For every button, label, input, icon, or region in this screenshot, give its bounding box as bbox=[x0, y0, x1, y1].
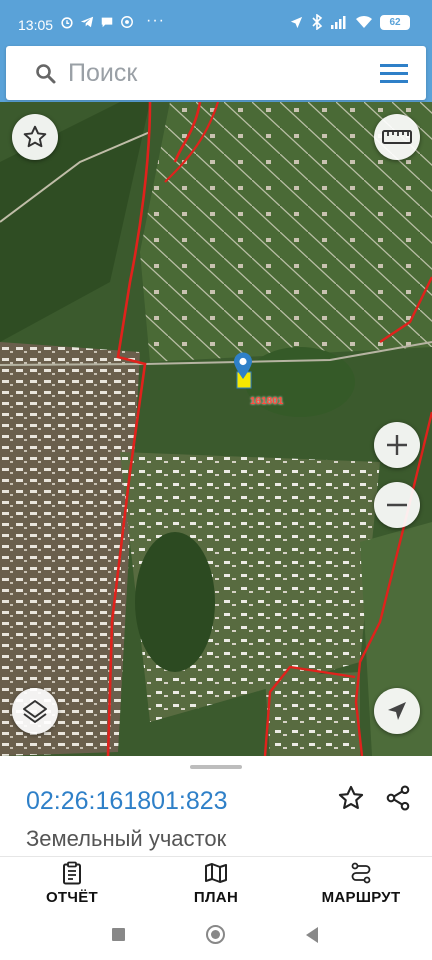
zoom-in-button[interactable] bbox=[374, 422, 420, 468]
share-icon[interactable] bbox=[384, 784, 412, 812]
map-terrain bbox=[0, 102, 432, 756]
battery-icon: 62 bbox=[380, 14, 410, 30]
status-overflow: ··· bbox=[146, 12, 165, 29]
zoom-out-button[interactable] bbox=[374, 482, 420, 528]
telegram-icon bbox=[80, 16, 94, 28]
search-icon bbox=[36, 64, 56, 84]
favorite-star-icon[interactable] bbox=[336, 784, 366, 812]
report-label: ОТЧЁТ bbox=[45, 889, 99, 906]
route-icon bbox=[351, 862, 371, 884]
plan-label: ПЛАН bbox=[193, 889, 239, 906]
parcel-map-label: 161801 bbox=[250, 396, 284, 407]
plan-button[interactable]: ПЛАН bbox=[184, 861, 248, 909]
status-bar: 13:05 ··· 62 bbox=[0, 0, 432, 44]
cadastral-number[interactable]: 02:26:161801:823 bbox=[26, 787, 228, 816]
location-pin-icon bbox=[233, 352, 253, 385]
layers-button[interactable] bbox=[12, 688, 58, 734]
star-icon bbox=[23, 125, 47, 148]
ruler-button[interactable] bbox=[374, 114, 420, 160]
system-navigation-bar bbox=[0, 910, 432, 960]
route-button[interactable]: МАРШРУТ bbox=[314, 861, 408, 909]
zoom-in-icon bbox=[387, 435, 407, 455]
hamburger-menu-icon[interactable] bbox=[380, 61, 408, 85]
search-input[interactable]: Поиск bbox=[6, 46, 426, 100]
recents-icon[interactable] bbox=[112, 928, 125, 941]
navigation-icon bbox=[290, 16, 303, 28]
action-bar: ОТЧЁТ ПЛАН МАРШРУТ bbox=[0, 856, 432, 910]
map-icon bbox=[205, 863, 227, 883]
my-location-button[interactable] bbox=[374, 688, 420, 734]
alarm-icon bbox=[61, 17, 73, 29]
status-time: 13:05 bbox=[18, 17, 54, 33]
wifi-icon bbox=[356, 15, 372, 28]
chat-icon bbox=[101, 17, 113, 28]
layers-icon bbox=[23, 700, 47, 723]
home-icon[interactable] bbox=[206, 925, 225, 944]
ruler-icon bbox=[382, 130, 412, 144]
search-placeholder: Поиск bbox=[68, 59, 138, 87]
report-button[interactable]: ОТЧЁТ bbox=[40, 861, 104, 909]
favorite-star-button[interactable] bbox=[12, 114, 58, 160]
zoom-out-icon bbox=[387, 503, 407, 507]
search-bar: Поиск bbox=[0, 44, 432, 102]
route-label: МАРШРУТ bbox=[321, 889, 401, 906]
parcel-type: Земельный участок bbox=[26, 826, 227, 851]
parcel-info-sheet[interactable]: 02:26:161801:823 Земельный участок bbox=[0, 756, 432, 856]
locate-icon bbox=[388, 702, 406, 720]
vpn-icon bbox=[121, 16, 133, 28]
sheet-drag-handle[interactable] bbox=[190, 765, 242, 769]
clipboard-icon bbox=[63, 861, 81, 885]
signal-icon bbox=[331, 16, 346, 29]
satellite-map[interactable]: 161801 bbox=[0, 102, 432, 756]
back-icon[interactable] bbox=[306, 927, 318, 943]
bluetooth-icon bbox=[312, 14, 323, 30]
